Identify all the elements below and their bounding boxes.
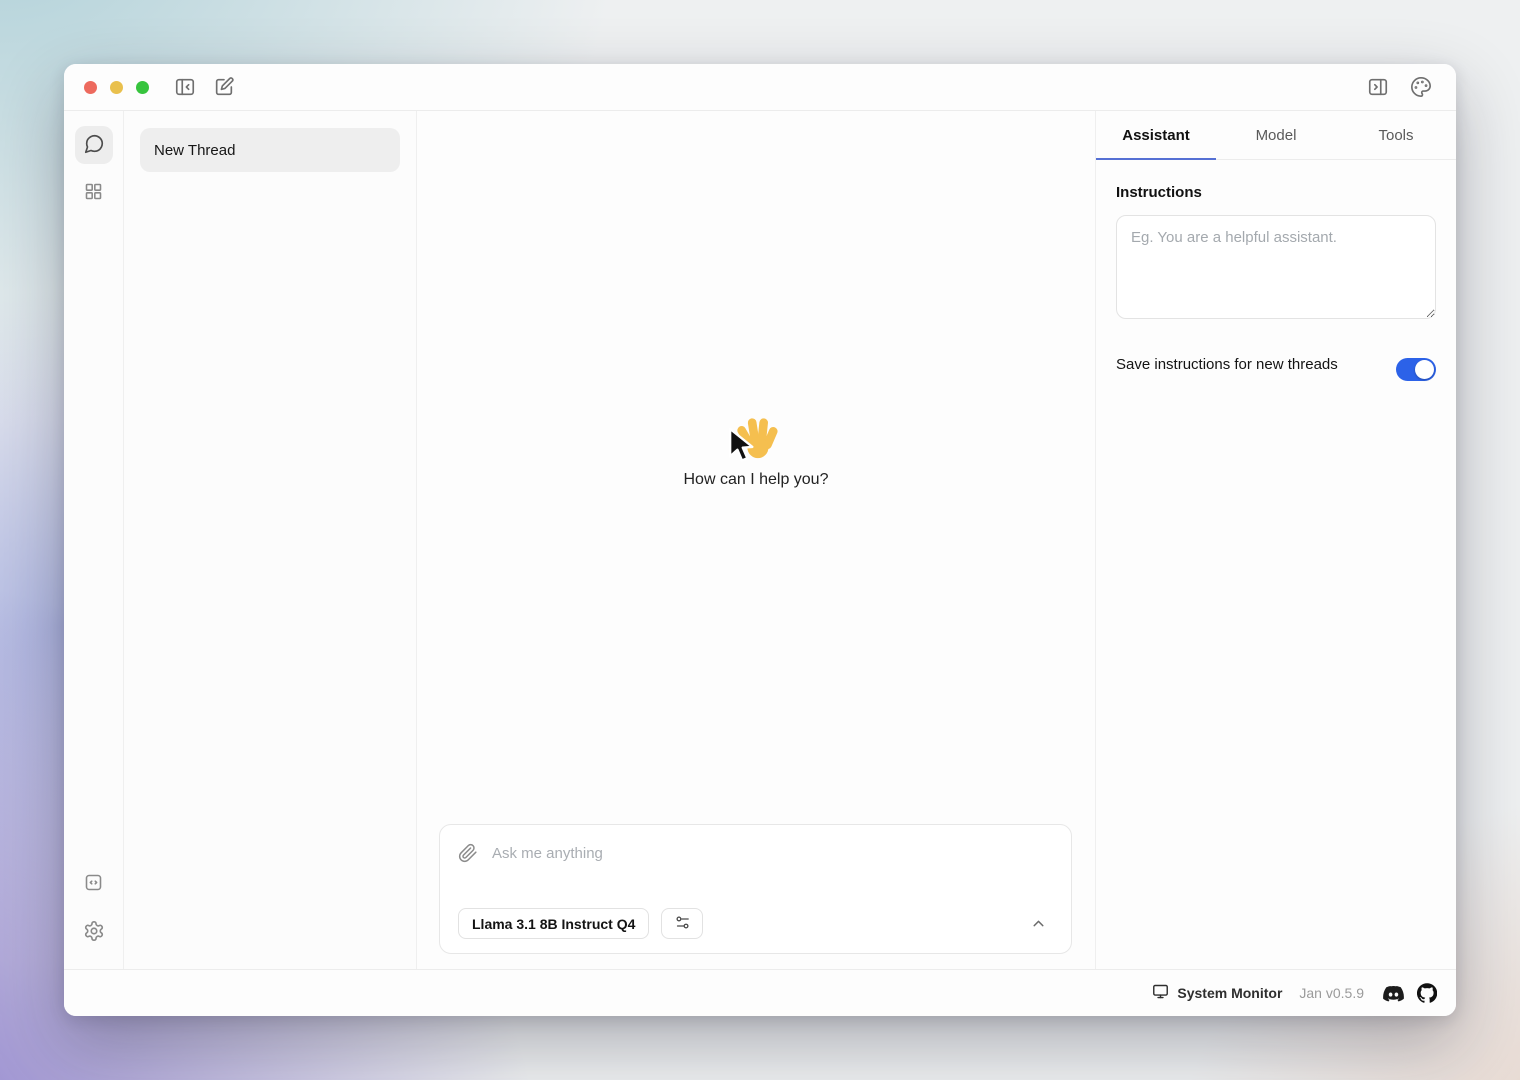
monitor-icon bbox=[1152, 983, 1169, 1003]
tab-assistant[interactable]: Assistant bbox=[1096, 111, 1216, 159]
model-row: Llama 3.1 8B Instruct Q4 bbox=[458, 908, 1055, 939]
chat-input-box: Llama 3.1 8B Instruct Q4 bbox=[439, 824, 1072, 954]
thread-list: New Thread bbox=[124, 111, 417, 969]
gear-icon bbox=[83, 920, 105, 945]
paperclip-icon bbox=[458, 843, 478, 863]
panel-left-toggle-icon bbox=[174, 76, 196, 98]
thread-list-item[interactable]: New Thread bbox=[140, 128, 400, 172]
greeting-text: How can I help you? bbox=[417, 471, 1095, 489]
sidebar-item-local-api-server[interactable] bbox=[75, 865, 113, 903]
thread-title: New Thread bbox=[154, 142, 235, 159]
save-instructions-label: Save instructions for new threads bbox=[1116, 352, 1338, 378]
discord-link-button[interactable] bbox=[1383, 983, 1404, 1004]
github-link-button[interactable] bbox=[1417, 983, 1437, 1003]
window-body: New Thread bbox=[64, 111, 1456, 969]
toggle-right-panel-button[interactable] bbox=[1367, 76, 1389, 98]
left-icon-rail bbox=[64, 111, 124, 969]
toggle-knob bbox=[1415, 360, 1434, 379]
sliders-icon bbox=[674, 914, 691, 934]
waving-hand-emoji bbox=[733, 414, 779, 462]
tab-tools[interactable]: Tools bbox=[1336, 111, 1456, 159]
model-settings-button[interactable] bbox=[661, 908, 703, 939]
app-version-label: Jan v0.5.9 bbox=[1299, 985, 1364, 1001]
chat-bubble-icon bbox=[83, 133, 105, 158]
status-bar: System Monitor Jan v0.5.9 bbox=[64, 969, 1456, 1016]
jan-app-window: New Thread bbox=[64, 64, 1456, 1016]
active-tab-underline bbox=[1096, 158, 1216, 160]
code-square-icon bbox=[83, 872, 104, 896]
tab-tools-label: Tools bbox=[1378, 127, 1413, 144]
attach-file-button[interactable] bbox=[458, 843, 478, 863]
zoom-window-button[interactable] bbox=[136, 81, 149, 94]
tab-model-label: Model bbox=[1256, 127, 1297, 144]
titlebar bbox=[64, 64, 1456, 111]
instructions-textarea[interactable] bbox=[1116, 215, 1436, 319]
model-selector-button[interactable]: Llama 3.1 8B Instruct Q4 bbox=[458, 908, 649, 939]
mouse-cursor-icon bbox=[724, 426, 760, 471]
discord-icon bbox=[1383, 983, 1404, 1004]
tab-assistant-label: Assistant bbox=[1122, 127, 1190, 144]
compose-icon bbox=[213, 76, 235, 98]
new-thread-compose-button[interactable] bbox=[213, 76, 235, 98]
chat-input-row bbox=[458, 843, 1055, 863]
close-window-button[interactable] bbox=[84, 81, 97, 94]
toggle-left-panel-button[interactable] bbox=[174, 76, 196, 98]
palette-icon bbox=[1410, 76, 1432, 98]
chat-main-area: How can I help you? Llama 3.1 8B Instruc… bbox=[417, 111, 1095, 969]
assistant-tab-content: Instructions Save instructions for new t… bbox=[1096, 160, 1456, 405]
instructions-heading: Instructions bbox=[1116, 184, 1436, 201]
social-links bbox=[1383, 983, 1437, 1004]
desktop-background: New Thread bbox=[0, 0, 1520, 1080]
save-instructions-row: Save instructions for new threads bbox=[1116, 352, 1436, 381]
tab-model[interactable]: Model bbox=[1216, 111, 1336, 159]
system-monitor-button[interactable]: System Monitor bbox=[1146, 982, 1288, 1004]
sidebar-item-threads[interactable] bbox=[75, 126, 113, 164]
chevron-up-icon bbox=[1030, 915, 1047, 932]
minimize-window-button[interactable] bbox=[110, 81, 123, 94]
grid-icon bbox=[83, 181, 104, 205]
save-instructions-toggle[interactable] bbox=[1396, 358, 1436, 381]
traffic-lights bbox=[84, 81, 149, 94]
panel-right-toggle-icon bbox=[1367, 76, 1389, 98]
system-monitor-label: System Monitor bbox=[1177, 985, 1282, 1001]
right-panel-tabs: Assistant Model Tools bbox=[1096, 111, 1456, 160]
theme-palette-button[interactable] bbox=[1410, 76, 1432, 98]
empty-thread-greeting: How can I help you? bbox=[417, 414, 1095, 489]
titlebar-right-actions bbox=[1367, 76, 1432, 98]
sidebar-item-settings[interactable] bbox=[75, 913, 113, 951]
titlebar-left-actions bbox=[174, 76, 235, 98]
right-panel: Assistant Model Tools Instructions Save … bbox=[1095, 111, 1456, 969]
sidebar-item-hub[interactable] bbox=[75, 174, 113, 212]
chat-message-input[interactable] bbox=[490, 844, 1055, 863]
collapse-input-button[interactable] bbox=[1030, 915, 1047, 932]
github-icon bbox=[1417, 983, 1437, 1003]
